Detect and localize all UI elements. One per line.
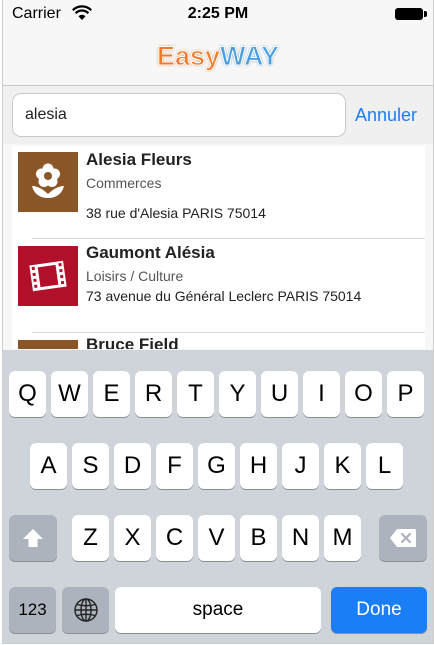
key-i[interactable]: I [303,371,340,417]
key-c[interactable]: C [156,515,193,561]
logo-way: WAY [220,41,280,72]
key-h[interactable]: H [240,443,277,489]
search-input[interactable] [12,93,346,137]
battery-icon [395,8,427,20]
key-b[interactable]: B [240,515,277,561]
app-logo: EasyWAY [3,41,433,72]
result-address: 73 avenue du Général Leclerc PARIS 75014 [86,288,362,304]
backspace-icon [390,529,416,547]
result-category: Loisirs / Culture [86,268,184,284]
logo-easy: Easy [156,41,221,72]
key-f[interactable]: F [156,443,193,489]
key-w[interactable]: W [51,371,88,417]
list-item[interactable]: Bruce Field [12,333,425,349]
cancel-button[interactable]: Annuler [355,105,417,126]
key-g[interactable]: G [198,443,235,489]
clock: 2:25 PM [187,5,249,22]
key-v[interactable]: V [198,515,235,561]
result-title: Bruce Field [86,335,179,349]
result-address: 38 rue d'Alesia PARIS 75014 [86,205,266,221]
shift-key[interactable] [9,515,57,561]
key-t[interactable]: T [177,371,214,417]
key-q[interactable]: Q [9,371,46,417]
space-key[interactable]: space [115,587,321,633]
key-m[interactable]: M [324,515,361,561]
key-s[interactable]: S [72,443,109,489]
status-bar: Carrier 2:25 PM [3,0,433,30]
key-p[interactable]: P [387,371,424,417]
result-title: Alesia Fleurs [86,150,192,169]
key-o[interactable]: O [345,371,382,417]
result-category: Commerces [86,175,162,191]
list-item[interactable]: Alesia Fleurs Commerces 38 rue d'Alesia … [12,146,425,238]
key-n[interactable]: N [282,515,319,561]
search-bar: Annuler [3,86,433,144]
key-x[interactable]: X [114,515,151,561]
numbers-key[interactable]: 123 [9,587,56,633]
delete-key[interactable] [379,515,427,561]
key-l[interactable]: L [366,443,403,489]
key-u[interactable]: U [261,371,298,417]
key-j[interactable]: J [282,443,319,489]
shift-icon [23,529,43,547]
store-icon [18,340,78,349]
key-e[interactable]: E [93,371,130,417]
globe-key[interactable] [62,587,109,633]
key-k[interactable]: K [324,443,361,489]
film-icon [18,246,78,306]
keyboard: Q W E R T Y U I O P A S D F G H J K L Z … [3,350,433,643]
result-title: Gaumont Alésia [86,243,215,262]
key-d[interactable]: D [114,443,151,489]
app-window: Carrier 2:25 PM EasyWAY Annuler [2,0,434,644]
key-z[interactable]: Z [72,515,109,561]
key-a[interactable]: A [30,443,67,489]
key-r[interactable]: R [135,371,172,417]
key-y[interactable]: Y [219,371,256,417]
list-item[interactable]: Gaumont Alésia Loisirs / Culture 73 aven… [12,239,425,331]
flower-icon [18,152,78,212]
navigation-bar: EasyWAY [3,30,433,86]
done-key[interactable]: Done [331,587,427,633]
globe-icon [73,598,98,622]
results-list[interactable]: Alesia Fleurs Commerces 38 rue d'Alesia … [12,146,425,349]
